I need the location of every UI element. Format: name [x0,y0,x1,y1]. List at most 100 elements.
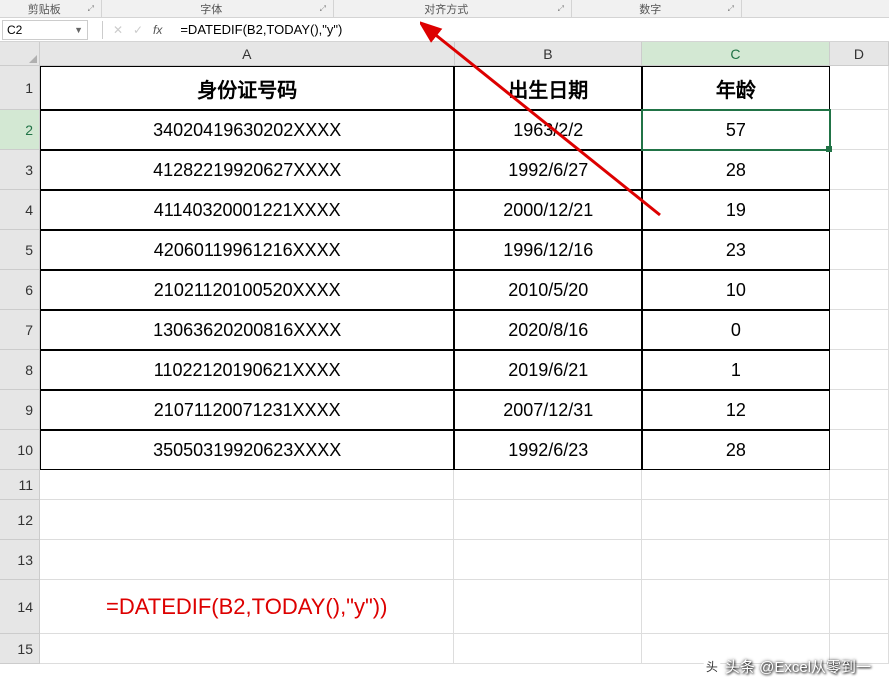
select-all-corner[interactable] [0,42,40,66]
cell-D11[interactable] [830,470,889,500]
cell-A15[interactable] [40,634,454,664]
cell-D8[interactable] [830,350,889,390]
column-header-B[interactable]: B [455,42,643,65]
cell-B9[interactable]: 2007/12/31 [454,390,642,430]
cell-A12[interactable] [40,500,454,540]
table-row: 42060119961216XXXX1996/12/1623 [40,230,889,270]
cell-D10[interactable] [830,430,889,470]
watermark-text: 头条 @Excel从零到一 [725,656,871,677]
cell-C4[interactable]: 19 [642,190,830,230]
table-row [40,500,889,540]
row-header-11[interactable]: 11 [0,470,39,500]
ribbon-expand-icon[interactable]: ⤢ [85,4,97,14]
row-header-3[interactable]: 3 [0,150,39,190]
cell-C13[interactable] [642,540,830,580]
cell-C3[interactable]: 28 [642,150,830,190]
cell-D2[interactable] [830,110,889,150]
row-header-4[interactable]: 4 [0,190,39,230]
watermark: 头 头条 @Excel从零到一 [703,656,871,677]
row-header-2[interactable]: 2 [0,110,39,150]
cell-B12[interactable] [454,500,642,540]
cell-A2[interactable]: 34020419630202XXXX [40,110,454,150]
cell-A9[interactable]: 21071120071231XXXX [40,390,454,430]
name-box[interactable]: C2 ▼ [2,20,88,40]
cell-D14[interactable] [830,580,889,634]
cell-D7[interactable] [830,310,889,350]
cell-D6[interactable] [830,270,889,310]
ribbon-expand-icon[interactable]: ⤢ [555,4,567,14]
cell-C2[interactable]: 57 [642,110,830,150]
row-header-12[interactable]: 12 [0,500,39,540]
cell-A6[interactable]: 21021120100520XXXX [40,270,454,310]
cell-A10[interactable]: 35050319920623XXXX [40,430,454,470]
row-header-1[interactable]: 1 [0,66,39,110]
cell-B15[interactable] [454,634,642,664]
formula-bar-row: C2 ▼ ✕ ✓ fx [0,18,889,42]
ribbon-group-label: 剪贴板 [4,1,85,17]
cell-C5[interactable]: 23 [642,230,830,270]
cell-B10[interactable]: 1992/6/23 [454,430,642,470]
cell-B3[interactable]: 1992/6/27 [454,150,642,190]
cell-A7[interactable]: 13063620200816XXXX [40,310,454,350]
enter-formula-icon: ✓ [129,21,147,39]
cell-B7[interactable]: 2020/8/16 [454,310,642,350]
cell-C9[interactable]: 12 [642,390,830,430]
table-row: 34020419630202XXXX1963/2/257 [40,110,889,150]
row-header-13[interactable]: 13 [0,540,39,580]
cell-C1[interactable]: 年龄 [642,66,830,110]
cell-C12[interactable] [642,500,830,540]
cell-C11[interactable] [642,470,830,500]
cell-A8[interactable]: 11022120190621XXXX [40,350,454,390]
column-header-A[interactable]: A [40,42,455,65]
cell-D4[interactable] [830,190,889,230]
column-headers: ABCD [40,42,889,66]
cell-C10[interactable]: 28 [642,430,830,470]
separator [102,21,103,39]
cell-C7[interactable]: 0 [642,310,830,350]
row-header-6[interactable]: 6 [0,270,39,310]
cell-B2[interactable]: 1963/2/2 [454,110,642,150]
cell-B14[interactable] [454,580,642,634]
cell-D13[interactable] [830,540,889,580]
cell-D1[interactable] [830,66,889,110]
name-box-dropdown-icon[interactable]: ▼ [74,25,83,35]
row-header-8[interactable]: 8 [0,350,39,390]
cancel-formula-icon: ✕ [109,21,127,39]
formula-input[interactable] [176,20,889,40]
column-header-D[interactable]: D [830,42,889,65]
cell-C6[interactable]: 10 [642,270,830,310]
ribbon-expand-icon[interactable]: ⤢ [725,4,737,14]
cell-A4[interactable]: 41140320001221XXXX [40,190,454,230]
cell-A14[interactable]: =DATEDIF(B2,TODAY(),"y")) [40,580,454,634]
cell-D9[interactable] [830,390,889,430]
ribbon-group-剪贴板: 剪贴板⤢ [0,0,102,17]
row-header-15[interactable]: 15 [0,634,39,664]
cell-A11[interactable] [40,470,454,500]
row-header-10[interactable]: 10 [0,430,39,470]
cell-B1[interactable]: 出生日期 [454,66,642,110]
cell-C8[interactable]: 1 [642,350,830,390]
cell-D12[interactable] [830,500,889,540]
cell-C14[interactable] [642,580,830,634]
cell-B8[interactable]: 2019/6/21 [454,350,642,390]
cell-A1[interactable]: 身份证号码 [40,66,454,110]
column-header-C[interactable]: C [642,42,830,65]
cell-B5[interactable]: 1996/12/16 [454,230,642,270]
row-header-14[interactable]: 14 [0,580,39,634]
cell-B4[interactable]: 2000/12/21 [454,190,642,230]
cell-B11[interactable] [454,470,642,500]
cell-A5[interactable]: 42060119961216XXXX [40,230,454,270]
cell-A3[interactable]: 41282219920627XXXX [40,150,454,190]
cell-B6[interactable]: 2010/5/20 [454,270,642,310]
table-row [40,540,889,580]
cell-B13[interactable] [454,540,642,580]
row-header-5[interactable]: 5 [0,230,39,270]
ribbon-expand-icon[interactable]: ⤢ [317,4,329,14]
cell-A13[interactable] [40,540,454,580]
cell-D5[interactable] [830,230,889,270]
ribbon-group-对齐方式: 对齐方式⤢ [334,0,572,17]
fx-icon[interactable]: fx [149,23,166,37]
row-header-9[interactable]: 9 [0,390,39,430]
row-header-7[interactable]: 7 [0,310,39,350]
cell-D3[interactable] [830,150,889,190]
